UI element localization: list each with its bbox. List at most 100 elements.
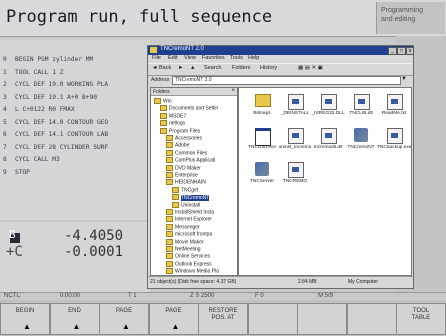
program-line[interactable]: 9 STOP xyxy=(3,169,30,176)
softkey-4[interactable]: PAGE ▲ xyxy=(148,303,199,335)
tree-item[interactable]: NetMeeting xyxy=(166,246,201,252)
doc-icon[interactable] xyxy=(321,94,337,110)
softkey-9[interactable]: TOOL TABLE xyxy=(396,303,446,335)
forward-button[interactable]: ► xyxy=(178,65,183,71)
file-glyph-icon xyxy=(391,99,398,104)
tree-item[interactable]: microsoft frontpa xyxy=(166,231,212,238)
search-button[interactable]: Search xyxy=(204,65,221,71)
tree-item-label: Windows Media Pla xyxy=(175,268,219,275)
minimize-button[interactable]: _ xyxy=(388,47,397,55)
program-line-number: 4 xyxy=(3,106,7,113)
softkey-7[interactable] xyxy=(297,303,347,335)
softkey-3[interactable]: PAGE ▲ xyxy=(99,303,149,335)
program-line[interactable]: 7 CYCL DEF 28 CYLINDER SURF xyxy=(3,144,108,151)
history-button[interactable]: History xyxy=(260,65,277,71)
doc-icon[interactable] xyxy=(354,94,370,110)
doc-icon[interactable] xyxy=(387,128,403,144)
tree-item[interactable]: InstallShield Insta xyxy=(166,209,214,215)
maximize-button[interactable]: □ xyxy=(397,47,406,55)
tree-item[interactable]: MSDE7 xyxy=(160,112,186,119)
tree-item[interactable]: TNCremoNT xyxy=(172,194,210,201)
folder-icon[interactable] xyxy=(255,94,271,107)
file-label[interactable]: TNCremoNT xyxy=(344,145,378,150)
folder-tree[interactable]: Folders × Win Documents and Settin MSDE7 ne… xyxy=(150,87,238,276)
program-line[interactable]: 8 CYCL CALL M3 xyxy=(3,156,60,163)
softkey-2[interactable]: END ▲ xyxy=(49,303,100,335)
back-button[interactable]: ◄ Back xyxy=(152,65,171,71)
program-line-text: CYCL DEF 28 CYLINDER SURF xyxy=(15,143,109,151)
program-line-number: 6 xyxy=(3,131,7,138)
file-label[interactable]: _DEINSTALL xyxy=(278,111,312,116)
softkey-6[interactable] xyxy=(247,303,298,335)
menu-help[interactable]: Help xyxy=(248,55,259,61)
tree-item[interactable]: Windows Media Pla xyxy=(166,268,219,275)
file-label[interactable]: TNCLIB.dll xyxy=(344,111,378,116)
tree-item[interactable]: Online Services xyxy=(166,253,210,260)
program-line-text: STOP xyxy=(15,168,30,176)
softkey-8[interactable] xyxy=(346,303,397,335)
file-label[interactable]: TNCbackup.exe xyxy=(377,145,411,150)
tree-item[interactable]: netlogs xyxy=(160,120,185,127)
softkey-1[interactable]: BEGIN ▲ xyxy=(0,303,50,335)
tree-item[interactable]: Messenger xyxy=(166,223,200,230)
file-label[interactable]: TNCServer xyxy=(245,179,279,184)
folders-button[interactable]: Folders xyxy=(232,65,250,71)
file-label[interactable]: ReadMe.txt xyxy=(377,111,411,116)
program-line[interactable]: 5 CYCL DEF 14.0 CONTOUR GEO xyxy=(3,119,108,126)
program-line[interactable]: 6 CYCL DEF 14.1 CONTOUR LAB xyxy=(3,131,108,138)
tree-item[interactable]: Outlook Express xyxy=(166,260,212,267)
file-label[interactable]: Bitmaps xyxy=(245,111,279,116)
doc-icon[interactable] xyxy=(387,94,403,110)
tree-item[interactable]: ComPlus Applicati xyxy=(166,157,215,164)
file-label[interactable]: tncremodll.dll xyxy=(311,145,345,150)
program-line-number: 2 xyxy=(3,81,7,88)
close-button[interactable]: x xyxy=(406,47,414,55)
menu-view[interactable]: View xyxy=(184,55,196,61)
doc-icon[interactable] xyxy=(288,162,304,178)
program-line[interactable]: 3 CYCL DEF 19.1 A+0 B+90 xyxy=(3,94,97,101)
app-icon[interactable] xyxy=(255,162,269,176)
menu-favorites[interactable]: Favorites xyxy=(202,55,225,61)
folder-icon xyxy=(154,98,161,104)
tree-item[interactable]: TNCget xyxy=(172,186,198,193)
tree-item[interactable]: Win xyxy=(154,98,172,104)
tree-item[interactable]: Internet Explorer xyxy=(166,216,212,223)
file-label[interactable]: _ISREG32.DLL xyxy=(311,111,345,116)
tree-item[interactable]: Enterprise xyxy=(166,172,198,178)
window-titlebar[interactable]: TNCremoNT 2.0 _ □ x xyxy=(148,46,414,55)
view-icons-icon[interactable]: ▦ ▤ ✕ ▣ xyxy=(298,65,323,71)
program-line[interactable]: 4 L C+0122 R0 FMAX xyxy=(3,106,75,113)
tree-item[interactable]: Movie Maker xyxy=(166,238,204,245)
tree-item[interactable]: DVD Maker xyxy=(166,164,201,171)
address-dropdown-icon[interactable]: ▼ xyxy=(401,76,407,82)
up-button[interactable]: ▲ xyxy=(190,65,195,71)
program-line[interactable]: 1 TOOL CALL 1 Z xyxy=(3,69,63,76)
menu-edit[interactable]: Edit xyxy=(168,55,177,61)
tree-item[interactable]: HEIDENHAIN xyxy=(166,179,206,186)
file-list[interactable]: Bitmaps _DEINSTALL _ISREG32.DLL TNCLIB.dll R… xyxy=(238,87,412,276)
tree-item[interactable]: Program Files xyxy=(160,127,200,134)
doc-icon[interactable] xyxy=(288,94,304,110)
tree-item[interactable]: Uninstall xyxy=(172,201,200,208)
program-line[interactable]: 0 BEGIN PGM zylinder MM xyxy=(3,56,93,63)
file-label[interactable]: TNCREMO xyxy=(278,179,312,184)
tree-item[interactable]: Accessories xyxy=(166,135,202,141)
tree-item[interactable]: Common Files xyxy=(166,149,207,156)
close-pane-icon[interactable]: × xyxy=(231,88,235,94)
program-line[interactable]: 2 CYCL DEF 19.0 WORKING PLA xyxy=(3,81,108,88)
doc-icon[interactable] xyxy=(321,128,337,144)
app-icon[interactable] xyxy=(354,128,368,142)
folder-icon xyxy=(160,105,167,112)
file-label[interactable]: uninst_tncremo xyxy=(278,145,312,150)
secondary-mode-box[interactable]: Programming and editing xyxy=(376,2,445,34)
explorer-window[interactable]: TNCremoNT 2.0 _ □ x File Edit View Favor… xyxy=(147,45,414,289)
doc-icon[interactable] xyxy=(288,128,304,144)
file-label[interactable]: TNCcmd.exe xyxy=(245,145,279,150)
tree-item[interactable]: Documents and Settin xyxy=(160,105,218,112)
window-icon[interactable] xyxy=(255,128,271,146)
menu-file[interactable]: File xyxy=(152,55,161,61)
menu-tools[interactable]: Tools xyxy=(230,55,243,61)
address-input[interactable]: TNCremoNT 2.0 xyxy=(172,76,401,85)
tree-item[interactable]: Adobe xyxy=(166,142,189,149)
softkey-5[interactable]: RESTORE POS. AT xyxy=(198,303,248,335)
